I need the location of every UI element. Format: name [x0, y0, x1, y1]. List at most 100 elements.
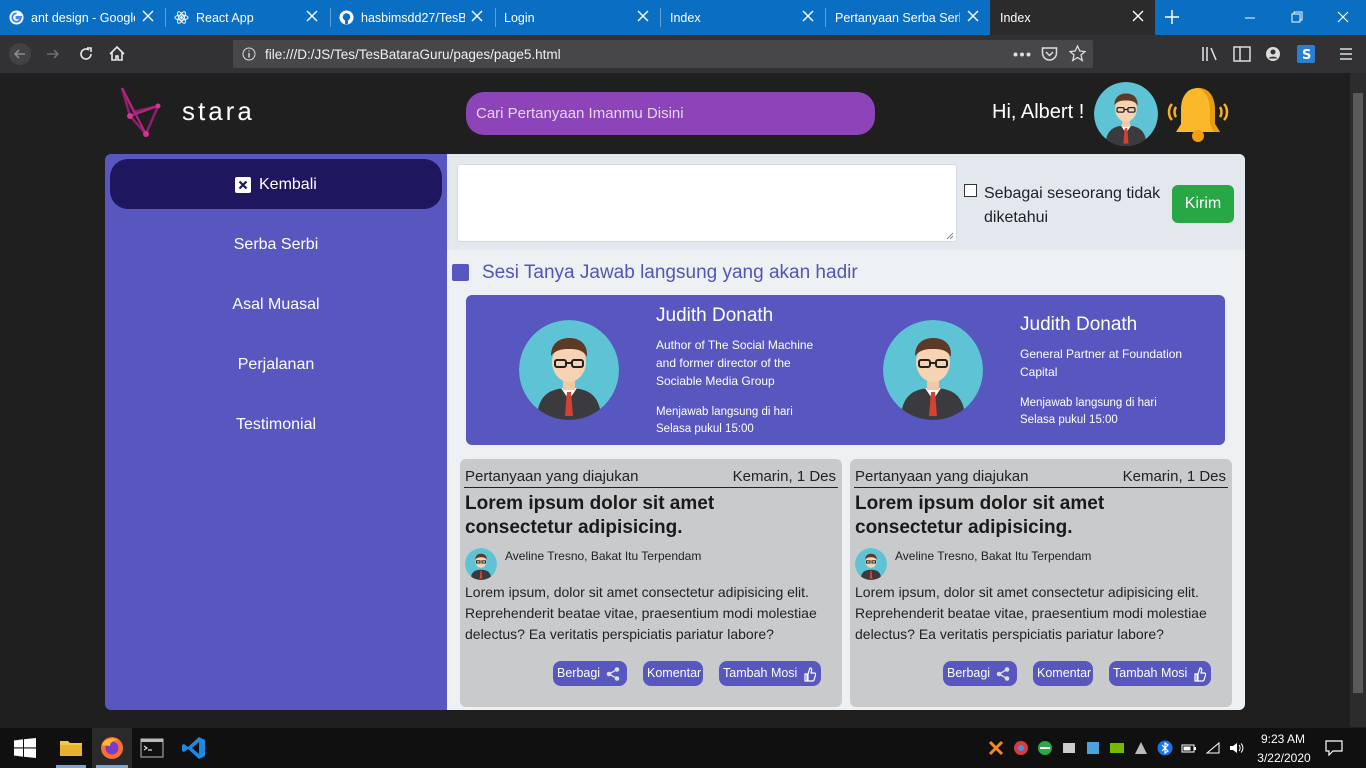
- user-avatar[interactable]: [1094, 82, 1158, 146]
- close-tab-icon[interactable]: [1131, 9, 1145, 23]
- author-avatar: [465, 548, 497, 580]
- volume-icon[interactable]: [1228, 740, 1244, 756]
- comment-button[interactable]: Komentar: [643, 661, 703, 686]
- browser-tab[interactable]: Index: [660, 0, 825, 35]
- page-scrollbar[interactable]: [1350, 73, 1366, 727]
- forward-arrow-icon[interactable]: [42, 43, 64, 65]
- author-name: Aveline Tresno, Bakat Itu Terpendam: [505, 549, 702, 563]
- tray-app-icon[interactable]: [1133, 740, 1149, 756]
- share-button[interactable]: Berbagi: [553, 661, 627, 686]
- author-avatar: [855, 548, 887, 580]
- home-icon[interactable]: [106, 43, 128, 65]
- info-icon[interactable]: [242, 47, 256, 61]
- close-tab-icon[interactable]: [636, 9, 650, 23]
- page-actions-icon[interactable]: [1013, 52, 1031, 57]
- windows-start-icon[interactable]: [14, 738, 36, 758]
- speaker-role: General Partner at Foundation Capital: [1020, 347, 1183, 379]
- share-icon: [606, 667, 620, 681]
- clock-date[interactable]: 3/22/2020: [1254, 751, 1314, 765]
- upvote-button[interactable]: Tambah Mosi: [719, 661, 821, 686]
- speaker-schedule: Menjawab langsung di hari Selasa pukul 1…: [656, 406, 793, 435]
- tray-app-icon[interactable]: [1061, 740, 1077, 756]
- close-tab-icon[interactable]: [966, 9, 980, 23]
- notifications-icon[interactable]: [1325, 740, 1343, 756]
- browser-tab[interactable]: Pertanyaan Serba Serbi: [825, 0, 990, 35]
- close-tab-icon[interactable]: [470, 9, 484, 23]
- battery-icon[interactable]: [1181, 740, 1197, 756]
- question-body: Lorem ipsum, dolor sit amet consectetur …: [855, 584, 1207, 642]
- browser-tab[interactable]: Login: [495, 0, 660, 35]
- sidebar-item-perjalanan[interactable]: Perjalanan: [105, 356, 447, 374]
- close-square-icon: [235, 177, 251, 193]
- back-button[interactable]: Kembali: [110, 159, 442, 209]
- brand-name: stara: [182, 96, 255, 126]
- answer-textarea[interactable]: [457, 164, 957, 242]
- card-date: Kemarin, 1 Des: [1122, 468, 1226, 485]
- wifi-icon[interactable]: [1205, 740, 1221, 756]
- github-icon: [339, 10, 354, 25]
- tray-app-icon[interactable]: [1085, 740, 1101, 756]
- reload-icon[interactable]: [75, 43, 97, 65]
- pocket-icon[interactable]: [1041, 46, 1058, 62]
- speaker-role: Author of The Social Machine and former …: [656, 338, 814, 388]
- share-button[interactable]: Berbagi: [943, 661, 1017, 686]
- bluetooth-icon[interactable]: [1157, 740, 1173, 756]
- url-text: file:///D:/JS/Tes/TesBataraGuru/pages/pa…: [265, 47, 561, 62]
- minimize-icon[interactable]: [1243, 11, 1257, 25]
- clock-time[interactable]: 9:23 AM: [1258, 732, 1308, 746]
- url-bar[interactable]: file:///D:/JS/Tes/TesBataraGuru/pages/pa…: [233, 40, 1093, 68]
- nvidia-icon[interactable]: [1109, 740, 1125, 756]
- browser-tab[interactable]: hasbimsdd27/TesBa: [330, 0, 495, 35]
- question-title[interactable]: Lorem ipsum dolor sit amet consectetur a…: [855, 492, 1215, 540]
- vscode-icon[interactable]: [182, 736, 206, 760]
- back-arrow-icon[interactable]: [9, 43, 31, 65]
- library-icon[interactable]: [1200, 45, 1220, 63]
- react-icon: [174, 11, 189, 24]
- sidebar-item-testimonial[interactable]: Testimonial: [105, 416, 447, 434]
- tray-app-icon[interactable]: [1037, 740, 1053, 756]
- new-tab-icon[interactable]: [1164, 9, 1180, 25]
- close-window-icon[interactable]: [1336, 10, 1350, 24]
- send-button[interactable]: Kirim: [1172, 185, 1234, 223]
- terminal-icon[interactable]: [140, 736, 164, 760]
- close-tab-icon[interactable]: [305, 9, 319, 23]
- stara-logo-icon[interactable]: [118, 86, 164, 140]
- speaker-avatar: [883, 320, 983, 420]
- anonymous-label: Sebagai seseorang tidak diketahui: [984, 185, 1161, 226]
- tray-app-icon[interactable]: [988, 740, 1004, 756]
- close-tab-icon[interactable]: [141, 9, 155, 23]
- firefox-icon[interactable]: [100, 736, 124, 760]
- upvote-button[interactable]: Tambah Mosi: [1109, 661, 1211, 686]
- back-button-label: Kembali: [259, 176, 317, 193]
- card-header: Pertanyaan yang diajukan: [465, 468, 639, 485]
- bookmark-star-icon[interactable]: [1069, 45, 1086, 62]
- search-input[interactable]: [466, 92, 875, 135]
- close-tab-icon[interactable]: [801, 9, 815, 23]
- thumbs-up-icon: [1194, 667, 1206, 682]
- question-title[interactable]: Lorem ipsum dolor sit amet consectetur a…: [465, 492, 825, 540]
- card-date: Kemarin, 1 Des: [732, 468, 836, 485]
- share-icon: [996, 667, 1010, 681]
- speaker-name: Judith Donath: [656, 305, 774, 326]
- browser-tab-active[interactable]: Index: [990, 0, 1155, 35]
- tray-app-icon[interactable]: [1013, 740, 1029, 756]
- anonymous-checkbox[interactable]: [964, 184, 977, 197]
- file-explorer-icon[interactable]: [59, 736, 83, 760]
- comment-button[interactable]: Komentar: [1033, 661, 1093, 686]
- menu-icon[interactable]: [1338, 46, 1354, 62]
- browser-tab[interactable]: React App: [165, 0, 330, 35]
- google-icon: [9, 10, 24, 25]
- sidebar-item-asal-muasal[interactable]: Asal Muasal: [105, 296, 447, 314]
- account-icon[interactable]: [1265, 46, 1281, 62]
- user-greeting: Hi, Albert !: [992, 101, 1085, 123]
- restore-icon[interactable]: [1290, 10, 1304, 24]
- card-header: Pertanyaan yang diajukan: [855, 468, 1029, 485]
- resize-handle-icon[interactable]: [945, 231, 954, 240]
- browser-tab[interactable]: ant design - Google: [0, 0, 165, 35]
- notification-bell-icon[interactable]: [1164, 84, 1232, 144]
- speaker-name: Judith Donath: [1020, 314, 1138, 335]
- extension-icon[interactable]: S: [1297, 45, 1315, 63]
- sidebar-toggle-icon[interactable]: [1233, 46, 1251, 62]
- sidebar-item-serba-serbi[interactable]: Serba Serbi: [105, 236, 447, 254]
- svg-text:S: S: [1302, 48, 1311, 63]
